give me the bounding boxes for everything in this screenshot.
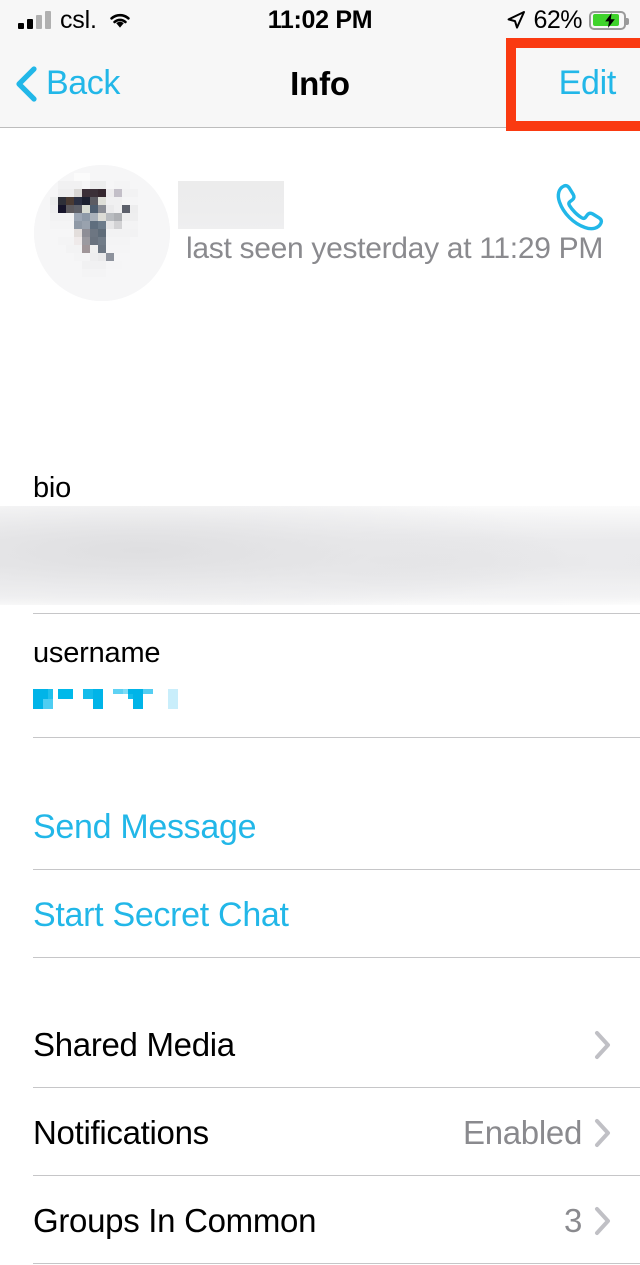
chevron-right-icon	[594, 1118, 612, 1148]
notifications-row[interactable]: Notifications Enabled	[0, 1089, 640, 1177]
status-bar-right: 62%	[506, 0, 629, 40]
location-arrow-icon	[506, 10, 526, 30]
navigation-bar: Back Info Edit	[0, 40, 640, 128]
profile-header: last seen yesterday at 11:29 PM	[0, 129, 640, 317]
notifications-label: Notifications	[33, 1114, 209, 1151]
groups-in-common-row[interactable]: Groups In Common 3	[0, 1177, 640, 1265]
separator	[33, 737, 640, 738]
notifications-value: Enabled	[462, 1114, 582, 1151]
chevron-right-icon	[594, 1206, 612, 1236]
status-bar: csl. 11:02 PM 62%	[0, 0, 640, 40]
separator	[33, 1175, 640, 1176]
username-label: username	[33, 637, 161, 669]
separator	[33, 1263, 640, 1264]
start-secret-chat-button[interactable]: Start Secret Chat	[0, 871, 640, 959]
contact-name	[178, 181, 284, 229]
battery-charging-icon	[589, 10, 629, 30]
page-title: Info	[290, 65, 350, 102]
last-seen-status: last seen yesterday at 11:29 PM	[186, 232, 604, 265]
battery-percent-label: 62%	[533, 6, 582, 34]
start-secret-chat-label: Start Secret Chat	[33, 895, 289, 934]
phone-call-icon[interactable]	[550, 179, 608, 237]
shared-media-row[interactable]: Shared Media	[0, 1001, 640, 1089]
groups-in-common-value: 3	[563, 1202, 582, 1239]
separator	[33, 1087, 640, 1088]
contact-avatar[interactable]	[34, 165, 170, 301]
edit-button[interactable]: Edit	[559, 40, 617, 127]
contact-info-content: last seen yesterday at 11:29 PM bio user…	[0, 129, 640, 1264]
separator	[33, 957, 640, 958]
separator	[33, 869, 640, 870]
separator	[33, 613, 640, 614]
bio-label: bio	[33, 472, 72, 504]
send-message-button[interactable]: Send Message	[0, 783, 640, 871]
send-message-label: Send Message	[33, 807, 257, 846]
shared-media-label: Shared Media	[33, 1026, 235, 1063]
bio-value	[0, 506, 640, 605]
groups-in-common-label: Groups In Common	[33, 1202, 317, 1239]
username-value[interactable]	[33, 689, 223, 719]
chevron-right-icon	[594, 1030, 612, 1060]
